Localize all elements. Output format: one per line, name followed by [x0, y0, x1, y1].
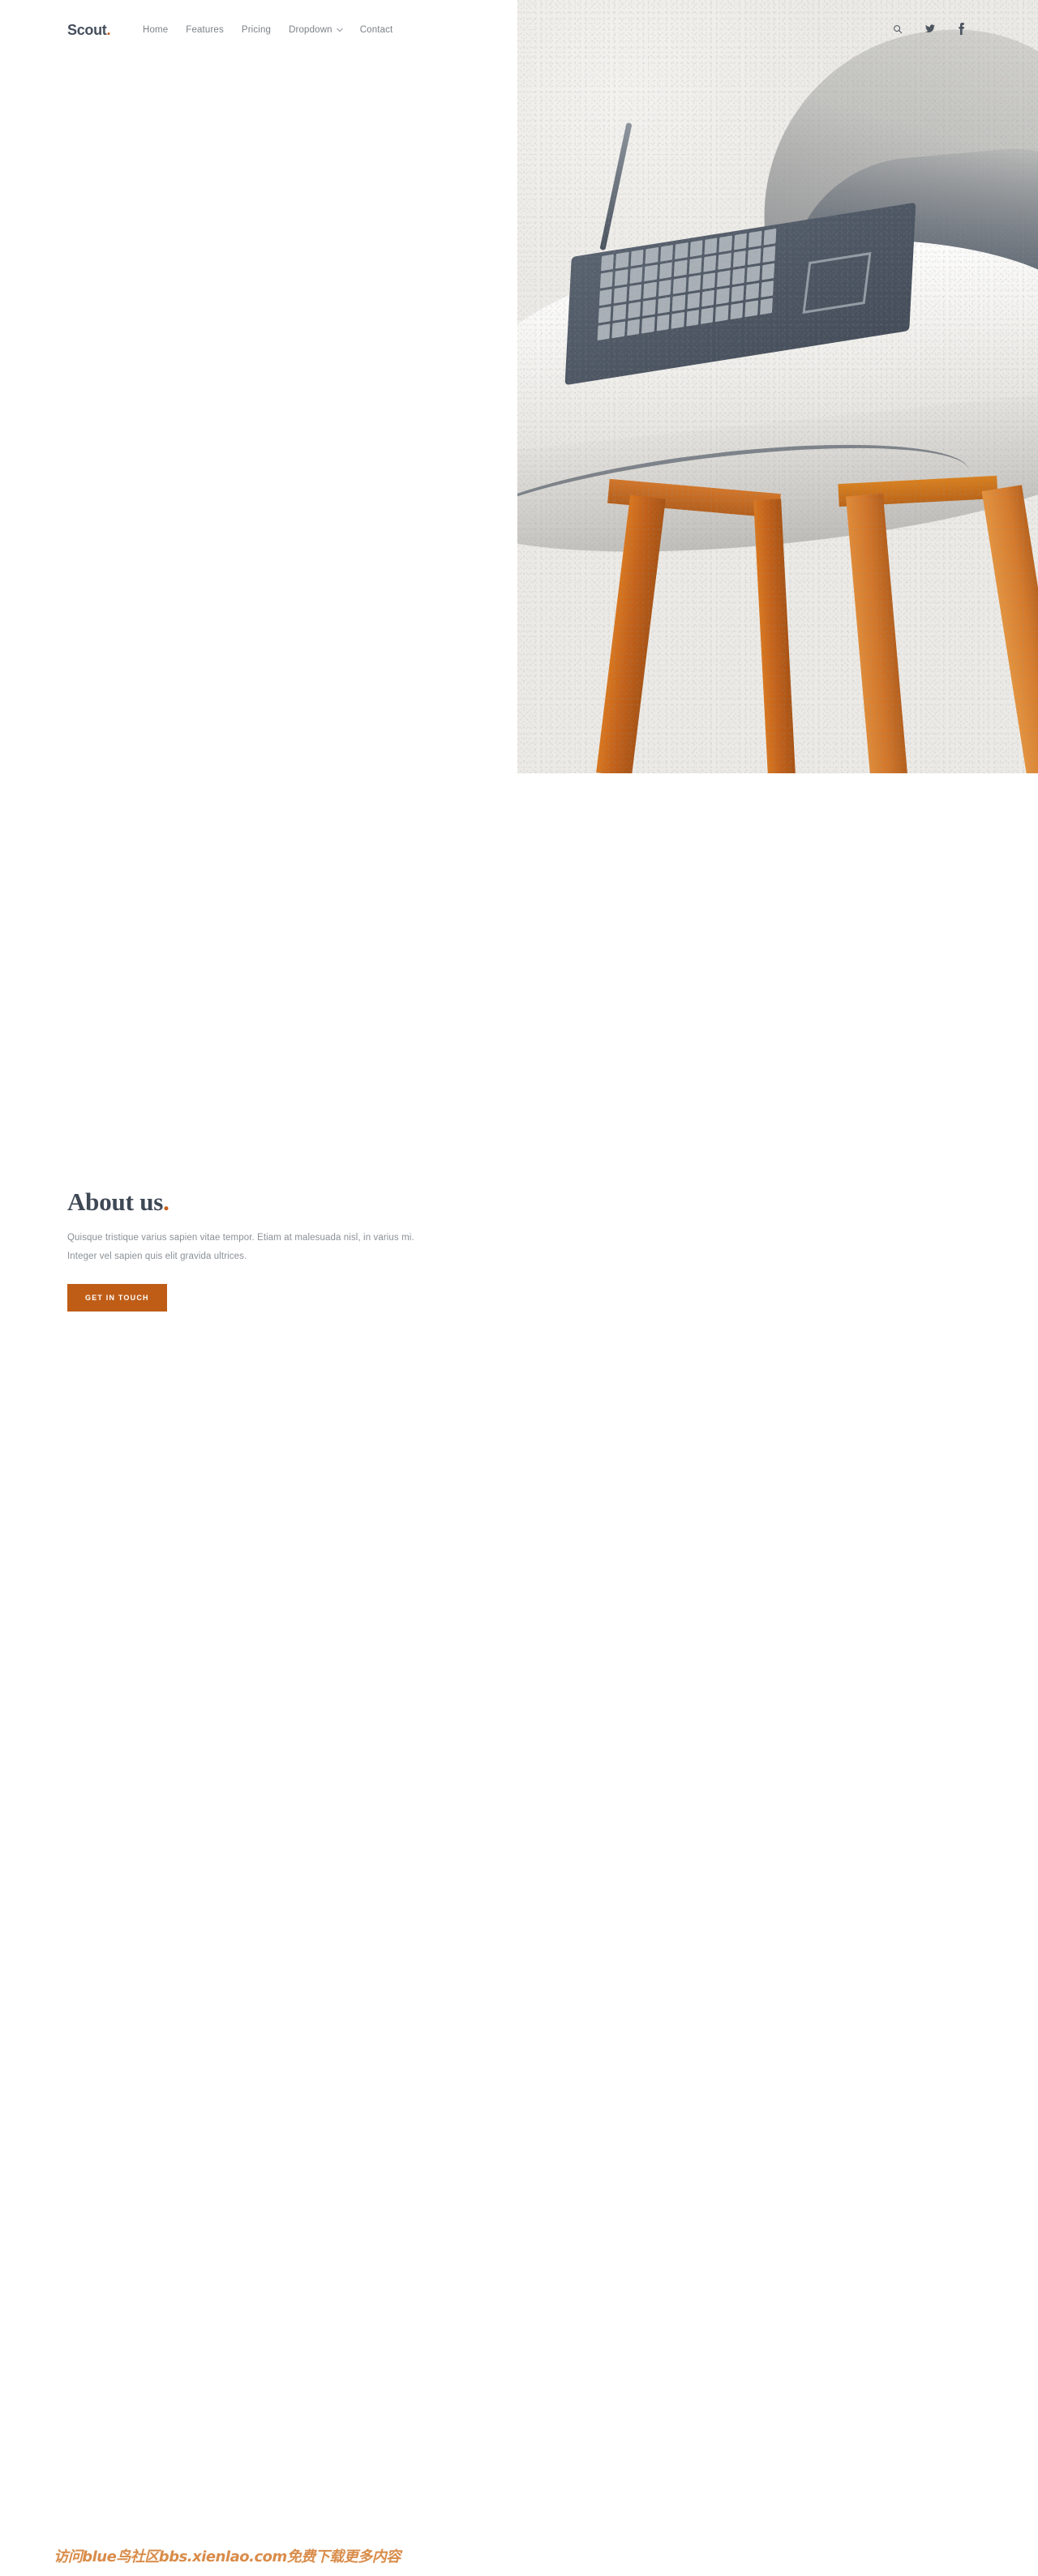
- logo-text: Scout: [67, 22, 107, 38]
- hero-image: [517, 0, 1038, 773]
- nav-item-contact[interactable]: Contact: [360, 25, 393, 35]
- logo-accent-dot: .: [106, 22, 111, 38]
- chevron-down-icon: [337, 27, 343, 32]
- nav-label: Home: [143, 25, 169, 35]
- about-heading-accent-dot: .: [163, 1187, 169, 1216]
- about-section: About us. Quisque tristique varius sapie…: [67, 1187, 448, 1312]
- about-paragraph: Quisque tristique varius sapien vitae te…: [67, 1233, 414, 1262]
- site-logo[interactable]: Scout.: [67, 22, 111, 39]
- search-icon[interactable]: [893, 24, 903, 34]
- page-title: About us.: [67, 1187, 448, 1216]
- nav-item-dropdown[interactable]: Dropdown: [289, 25, 343, 35]
- main-nav: Home Features Pricing Dropdown Contact: [143, 25, 392, 35]
- nav-label: Dropdown: [289, 25, 332, 35]
- get-in-touch-button[interactable]: GET IN TOUCH: [67, 1284, 167, 1312]
- about-heading-text: About us: [67, 1187, 164, 1216]
- header-social-links: [893, 23, 965, 35]
- nav-label: Contact: [359, 25, 393, 35]
- site-header: Scout. Home Features Pricing Dropdown Co…: [0, 0, 1038, 63]
- nav-item-pricing[interactable]: Pricing: [242, 25, 271, 35]
- laptop-trackpad: [802, 251, 872, 315]
- page-root: Scout. Home Features Pricing Dropdown Co…: [0, 0, 1038, 2576]
- twitter-icon[interactable]: [924, 24, 936, 34]
- nav-label: Pricing: [241, 25, 272, 35]
- facebook-icon[interactable]: [958, 23, 965, 35]
- nav-label: Features: [186, 25, 224, 35]
- nav-item-home[interactable]: Home: [143, 25, 168, 35]
- nav-item-features[interactable]: Features: [186, 25, 224, 35]
- watermark-text: 访问blue鸟社区bbs.xienlao.com免费下载更多内容: [54, 2548, 401, 2565]
